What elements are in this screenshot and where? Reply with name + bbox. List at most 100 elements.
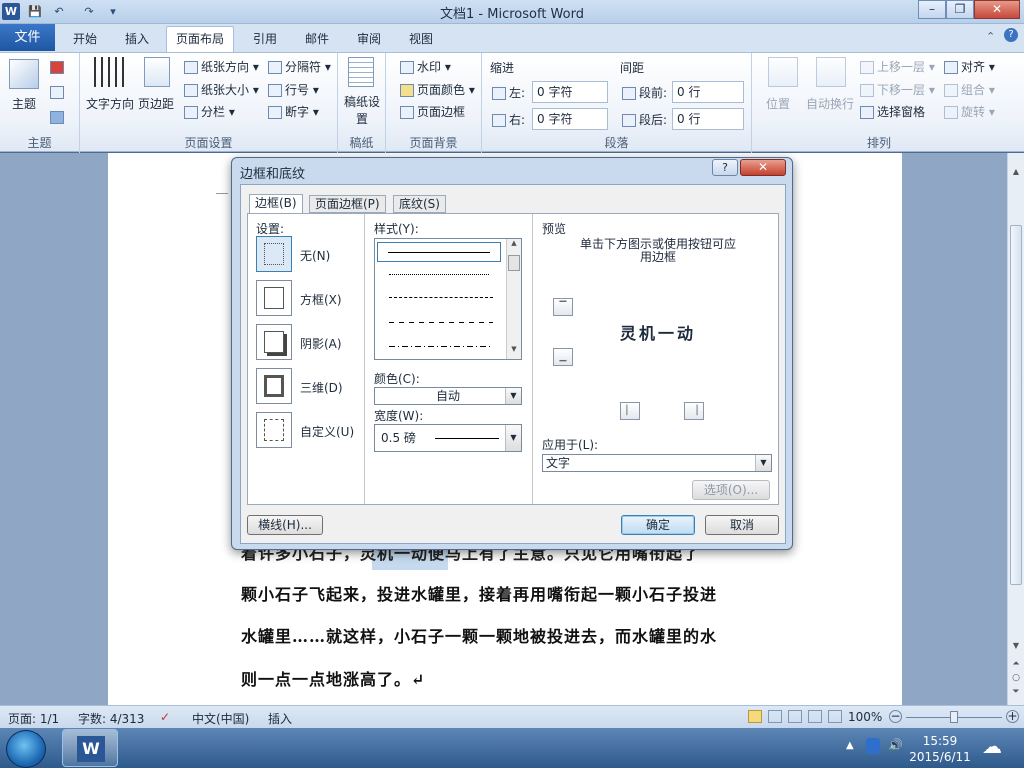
zoom-slider-thumb[interactable] bbox=[950, 711, 958, 723]
position-button[interactable]: 位置 bbox=[766, 95, 790, 112]
setting-none-label[interactable]: 无(N) bbox=[300, 247, 330, 264]
text-direction-button[interactable]: 文字方向 bbox=[86, 95, 134, 112]
style-scroll-thumb[interactable] bbox=[508, 255, 520, 271]
options-button[interactable]: 选项(O)... bbox=[692, 480, 770, 500]
zoom-level[interactable]: 100% bbox=[848, 710, 882, 724]
width-select[interactable]: 0.5 磅 ▼ bbox=[374, 424, 522, 452]
web-layout-icon[interactable] bbox=[788, 710, 802, 723]
manuscript-icon[interactable] bbox=[348, 57, 374, 87]
tab-shading[interactable]: 底纹(S) bbox=[393, 195, 446, 213]
volume-icon[interactable]: 🔊 bbox=[888, 738, 903, 752]
minimize-button[interactable]: – bbox=[918, 0, 946, 19]
style-option-long-dash[interactable] bbox=[389, 322, 493, 323]
scroll-down-icon[interactable]: ▼ bbox=[1010, 641, 1022, 650]
theme-fonts-icon[interactable] bbox=[50, 86, 64, 99]
action-center-icon[interactable] bbox=[866, 738, 880, 754]
hyphenation-button[interactable]: 断字 ▾ bbox=[268, 103, 319, 120]
theme-colors-icon[interactable] bbox=[50, 61, 64, 74]
style-option-solid[interactable] bbox=[377, 242, 501, 262]
draft-icon[interactable] bbox=[828, 710, 842, 723]
document-line-3[interactable]: 水罐里……就这样，小石子一颗一颗地被投进去，而水罐里的水 bbox=[241, 623, 717, 647]
preview-area[interactable]: 灵机一动 bbox=[598, 316, 718, 376]
style-scroll-up-icon[interactable]: ▲ bbox=[507, 239, 521, 247]
prev-page-icon[interactable]: ⏶ bbox=[1010, 659, 1022, 669]
setting-3d-label[interactable]: 三维(D) bbox=[300, 379, 343, 396]
size-button[interactable]: 纸张大小 ▾ bbox=[184, 81, 259, 98]
indent-left-spinner[interactable]: 0 字符 bbox=[532, 81, 608, 103]
setting-box-label[interactable]: 方框(X) bbox=[300, 291, 342, 308]
tray-expand-icon[interactable]: ▲ bbox=[846, 740, 854, 751]
selection-pane-button[interactable]: 选择窗格 bbox=[860, 103, 925, 120]
bottom-border-icon[interactable]: ▁ bbox=[553, 348, 573, 366]
margins-icon[interactable] bbox=[144, 57, 170, 87]
tab-references[interactable]: 引用 bbox=[242, 29, 288, 51]
document-line-2[interactable]: 颗小石子飞起来，投进水罐里，接着再用嘴衔起一颗小石子投进 bbox=[241, 581, 717, 605]
right-border-icon[interactable]: ▕ bbox=[684, 402, 704, 420]
breaks-button[interactable]: 分隔符 ▾ bbox=[268, 58, 331, 75]
tab-page-layout[interactable]: 页面布局 bbox=[166, 26, 234, 52]
style-option-dashed[interactable] bbox=[389, 297, 493, 298]
columns-button[interactable]: 分栏 ▾ bbox=[184, 103, 235, 120]
page-color-button[interactable]: 页面颜色 ▾ bbox=[400, 81, 475, 98]
setting-box-icon[interactable] bbox=[256, 280, 292, 316]
cancel-button[interactable]: 取消 bbox=[705, 515, 779, 535]
zoom-in-icon[interactable]: + bbox=[1006, 710, 1019, 723]
theme-icon[interactable] bbox=[9, 59, 39, 89]
vertical-scrollbar[interactable]: ▲ ▼ ⏶ ○ ⏷ bbox=[1007, 153, 1024, 705]
theme-button-label[interactable]: 主题 bbox=[12, 95, 36, 112]
orientation-button[interactable]: 纸张方向 ▾ bbox=[184, 58, 259, 75]
page-count[interactable]: 页面: 1/1 bbox=[8, 710, 59, 727]
manuscript-settings-button[interactable]: 稿纸设置 bbox=[340, 93, 384, 127]
style-option-dotted[interactable] bbox=[389, 274, 489, 275]
tab-home[interactable]: 开始 bbox=[62, 29, 108, 51]
outline-icon[interactable] bbox=[808, 710, 822, 723]
margins-button[interactable]: 页边距 bbox=[138, 95, 174, 112]
scroll-up-icon[interactable]: ▲ bbox=[1010, 167, 1022, 177]
tab-borders[interactable]: 边框(B) bbox=[249, 194, 303, 214]
dialog-help-button[interactable]: ? bbox=[712, 159, 738, 176]
tab-insert[interactable]: 插入 bbox=[114, 29, 160, 51]
tab-file[interactable]: 文件 bbox=[0, 24, 55, 51]
close-window-button[interactable]: ✕ bbox=[974, 0, 1020, 19]
watermark-button[interactable]: 水印 ▾ bbox=[400, 58, 451, 75]
ok-button[interactable]: 确定 bbox=[621, 515, 695, 535]
align-button[interactable]: 对齐 ▾ bbox=[944, 58, 995, 75]
scroll-thumb[interactable] bbox=[1010, 225, 1022, 585]
help-icon[interactable]: ? bbox=[1004, 28, 1018, 42]
style-listbox[interactable]: ▲ ▼ bbox=[374, 238, 522, 360]
position-icon[interactable] bbox=[768, 57, 798, 87]
setting-3d-icon[interactable] bbox=[256, 368, 292, 404]
next-page-icon[interactable]: ⏷ bbox=[1010, 687, 1022, 697]
setting-shadow-icon[interactable] bbox=[256, 324, 292, 360]
browse-object-icon[interactable]: ○ bbox=[1010, 673, 1022, 683]
tab-review[interactable]: 审阅 bbox=[346, 29, 392, 51]
document-line-4[interactable]: 则一点一点地涨高了。↵ bbox=[241, 666, 425, 690]
wrap-text-icon[interactable] bbox=[816, 57, 846, 87]
color-select[interactable]: 自动 ▼ bbox=[374, 387, 522, 405]
line-numbers-button[interactable]: 行号 ▾ bbox=[268, 81, 319, 98]
setting-shadow-label[interactable]: 阴影(A) bbox=[300, 335, 342, 352]
send-backward-button[interactable]: 下移一层 ▾ bbox=[860, 81, 935, 98]
style-option-dash-dot[interactable] bbox=[389, 346, 493, 347]
style-scroll-down-icon[interactable]: ▼ bbox=[507, 345, 521, 353]
spacing-before-spinner[interactable]: 0 行 bbox=[672, 81, 744, 103]
bring-forward-button[interactable]: 上移一层 ▾ bbox=[860, 58, 935, 75]
language[interactable]: 中文(中国) bbox=[192, 710, 249, 727]
system-clock[interactable]: 15:59 2015/6/11 bbox=[905, 733, 975, 765]
left-border-icon[interactable]: ▏ bbox=[620, 402, 640, 420]
tab-page-border[interactable]: 页面边框(P) bbox=[309, 195, 386, 213]
wrap-text-button[interactable]: 自动换行 bbox=[806, 95, 854, 112]
proofing-icon[interactable]: ✓ bbox=[160, 710, 170, 724]
reading-layout-icon[interactable] bbox=[768, 710, 782, 723]
tab-mailings[interactable]: 邮件 bbox=[294, 29, 340, 51]
word-count[interactable]: 字数: 4/313 bbox=[78, 710, 144, 727]
apply-to-select[interactable]: 文字 ▼ bbox=[542, 454, 772, 472]
group-objects-button[interactable]: 组合 ▾ bbox=[944, 81, 995, 98]
style-scrollbar[interactable]: ▲ ▼ bbox=[506, 239, 521, 359]
horizontal-line-button[interactable]: 横线(H)... bbox=[247, 515, 323, 535]
rotate-button[interactable]: 旋转 ▾ bbox=[944, 103, 995, 120]
theme-effects-icon[interactable] bbox=[50, 111, 64, 124]
setting-custom-icon[interactable] bbox=[256, 412, 292, 448]
page-borders-button[interactable]: 页面边框 bbox=[400, 103, 465, 120]
taskbar-word-button[interactable]: W bbox=[62, 729, 118, 767]
